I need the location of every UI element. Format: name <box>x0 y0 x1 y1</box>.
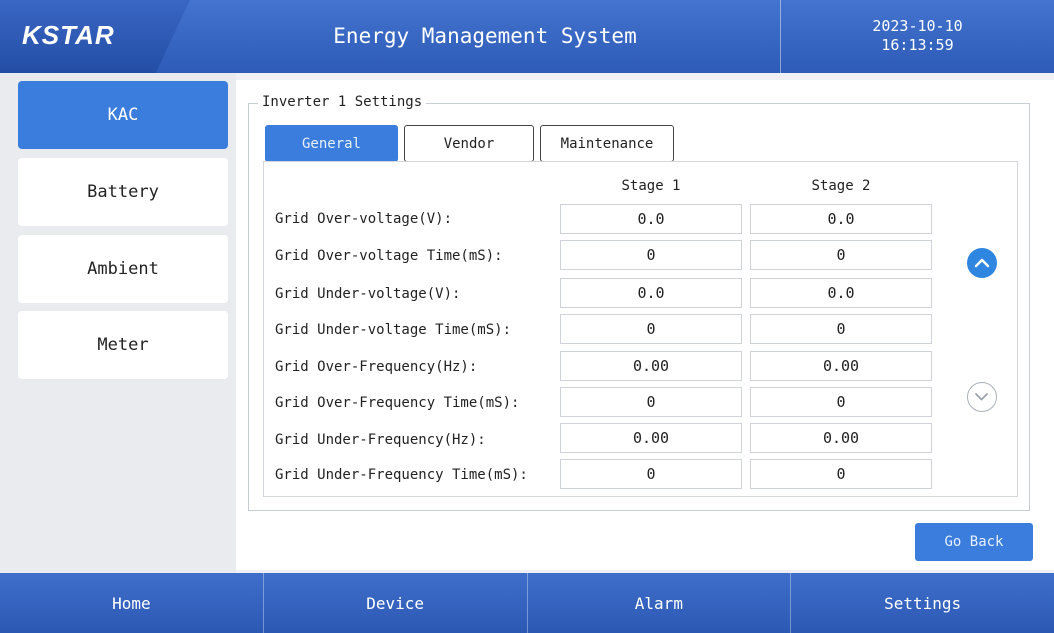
app-title: Energy Management System <box>333 24 637 48</box>
grid-over-frequency-stage-1-input[interactable]: 0.00 <box>560 351 742 381</box>
row-label-grid-over-frequency: Grid Over-Frequency(Hz): <box>275 359 478 375</box>
grid-over-voltage-time-stage-1-input[interactable]: 0 <box>560 240 742 270</box>
footer-nav: Home Device Alarm Settings <box>0 573 1054 633</box>
row-label-grid-under-voltage-time: Grid Under-voltage Time(mS): <box>275 322 512 338</box>
column-header-stage-1: Stage 1 <box>621 178 681 194</box>
clock-date: 2023-10-10 <box>872 17 963 35</box>
chevron-up-icon <box>974 258 990 268</box>
nav-device[interactable]: Device <box>264 573 528 633</box>
grid-over-frequency-stage-2-input[interactable]: 0.00 <box>750 351 932 381</box>
grid-over-voltage-stage-1-input[interactable]: 0.0 <box>560 204 742 234</box>
sidebar-item-battery[interactable]: Battery <box>18 158 228 226</box>
tab-maintenance[interactable]: Maintenance <box>540 125 674 162</box>
grid-under-voltage-stage-2-input[interactable]: 0.0 <box>750 278 932 308</box>
tab-general[interactable]: General <box>265 125 398 162</box>
grid-over-voltage-stage-2-input[interactable]: 0.0 <box>750 204 932 234</box>
section-title: Inverter 1 Settings <box>258 94 427 110</box>
grid-over-frequency-time-stage-2-input[interactable]: 0 <box>750 387 932 417</box>
sidebar-item-kac[interactable]: KAC <box>18 81 228 149</box>
column-header-stage-2: Stage 2 <box>811 178 871 194</box>
clock-time: 16:13:59 <box>881 36 954 54</box>
grid-under-voltage-time-stage-2-input[interactable]: 0 <box>750 314 932 344</box>
grid-under-frequency-time-stage-2-input[interactable]: 0 <box>750 459 932 489</box>
grid-under-voltage-time-stage-1-input[interactable]: 0 <box>560 314 742 344</box>
grid-over-voltage-time-stage-2-input[interactable]: 0 <box>750 240 932 270</box>
chevron-down-icon <box>975 393 988 401</box>
row-label-grid-under-voltage: Grid Under-voltage(V): <box>275 286 461 302</box>
clock: 2023-10-10 16:13:59 <box>780 0 1054 73</box>
sidebar-item-ambient[interactable]: Ambient <box>18 235 228 303</box>
nav-alarm[interactable]: Alarm <box>528 573 792 633</box>
row-label-grid-over-frequency-time: Grid Over-Frequency Time(mS): <box>275 395 520 411</box>
row-label-grid-over-voltage-time: Grid Over-voltage Time(mS): <box>275 248 503 264</box>
grid-over-frequency-time-stage-1-input[interactable]: 0 <box>560 387 742 417</box>
nav-settings[interactable]: Settings <box>791 573 1054 633</box>
sidebar-item-meter[interactable]: Meter <box>18 311 228 379</box>
header-bar: KSTAR Energy Management System 2023-10-1… <box>0 0 1054 73</box>
scroll-up-button[interactable] <box>967 248 997 278</box>
row-label-grid-under-frequency-time: Grid Under-Frequency Time(mS): <box>275 467 528 483</box>
row-label-grid-over-voltage: Grid Over-voltage(V): <box>275 211 453 227</box>
grid-under-frequency-stage-1-input[interactable]: 0.00 <box>560 423 742 453</box>
grid-under-voltage-stage-1-input[interactable]: 0.0 <box>560 278 742 308</box>
tab-vendor[interactable]: Vendor <box>404 125 534 162</box>
nav-home[interactable]: Home <box>0 573 264 633</box>
grid-under-frequency-time-stage-1-input[interactable]: 0 <box>560 459 742 489</box>
grid-under-frequency-stage-2-input[interactable]: 0.00 <box>750 423 932 453</box>
row-label-grid-under-frequency: Grid Under-Frequency(Hz): <box>275 432 486 448</box>
scroll-down-button[interactable] <box>967 382 997 412</box>
go-back-button[interactable]: Go Back <box>915 523 1033 561</box>
kstar-logo: KSTAR <box>22 20 115 50</box>
